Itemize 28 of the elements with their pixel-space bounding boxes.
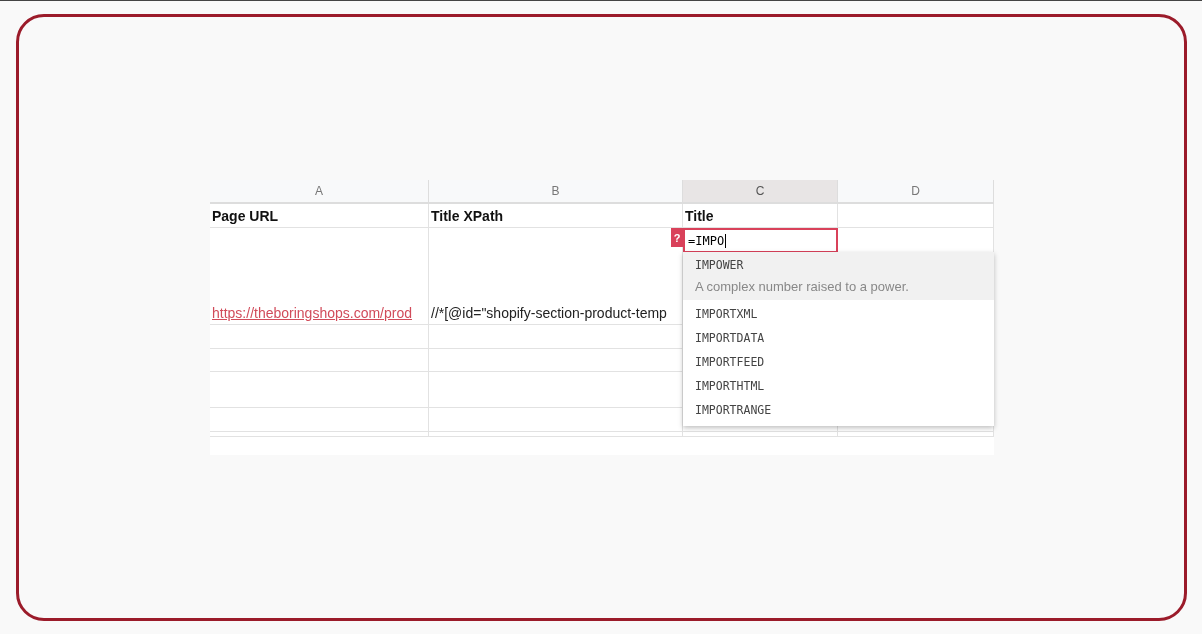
empty-cell[interactable] (838, 204, 994, 228)
empty-cell[interactable] (210, 325, 429, 349)
help-badge[interactable]: ? (671, 228, 683, 247)
table-cell: Page URL (210, 204, 429, 228)
formula-input[interactable]: =IMPO (683, 228, 838, 253)
url-link[interactable]: https://theboringshops.com/prod (212, 305, 412, 321)
column-header[interactable]: A (210, 180, 429, 204)
suggestion-item[interactable]: IMPORTHTML (683, 374, 994, 398)
empty-cell[interactable] (683, 432, 838, 437)
empty-cell[interactable] (429, 432, 683, 437)
empty-cell[interactable] (210, 432, 429, 437)
empty-cell[interactable] (429, 349, 683, 372)
empty-cell[interactable] (429, 325, 683, 349)
empty-cell[interactable] (210, 349, 429, 372)
column-header[interactable]: D (838, 180, 994, 204)
empty-cell[interactable] (210, 408, 429, 432)
suggestion-item[interactable]: IMPORTRANGE (683, 398, 994, 422)
empty-cell[interactable] (429, 408, 683, 432)
table-cell: //*[@id="shopify-section-product-temp (431, 305, 667, 321)
suggestion-item[interactable]: IMPORTDATA (683, 326, 994, 350)
suggestion-item[interactable]: IMPOWER A complex number raised to a power. (683, 252, 994, 300)
table-cell: Title XPath (429, 204, 683, 228)
suggestion-item[interactable]: IMPORTFEED (683, 350, 994, 374)
column-header[interactable]: B (429, 180, 683, 204)
empty-cell[interactable] (210, 372, 429, 408)
empty-cell[interactable] (838, 432, 994, 437)
suggestion-item[interactable]: IMPORTXML (683, 302, 994, 326)
column-header[interactable]: C (683, 180, 838, 204)
